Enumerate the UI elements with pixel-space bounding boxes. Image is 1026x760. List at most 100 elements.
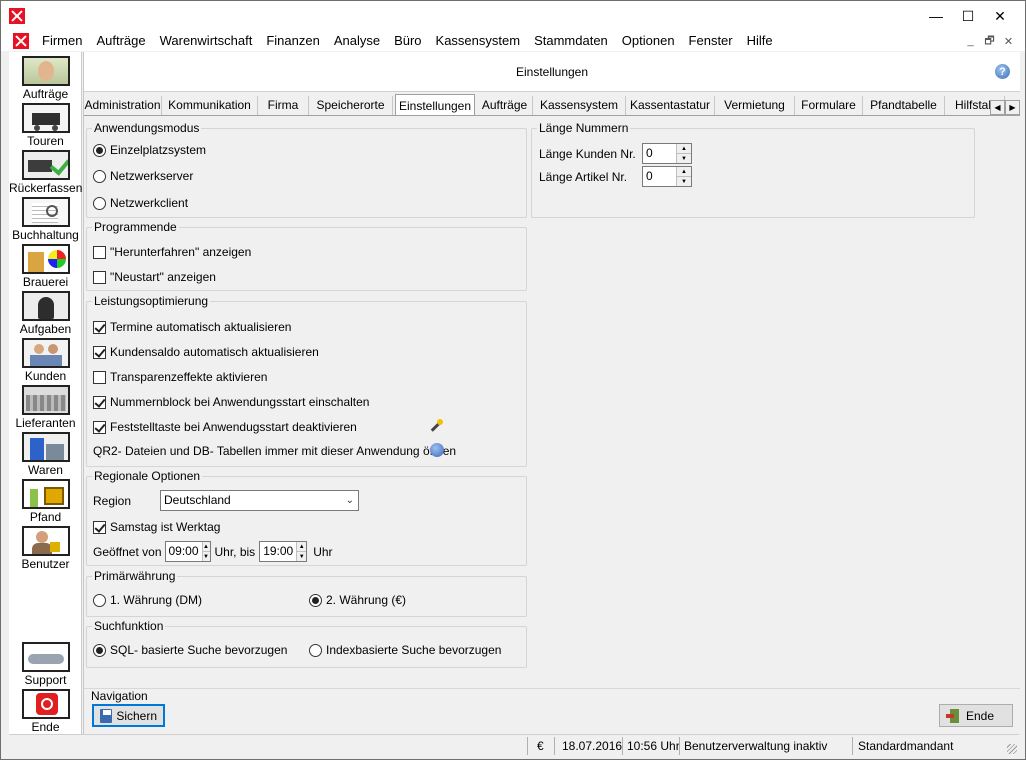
stepper-up-icon[interactable]: ▲ (297, 542, 307, 552)
mdi-close-button[interactable]: ✕ (1000, 33, 1017, 49)
app-menu-icon[interactable] (13, 33, 29, 49)
radio-indicator[interactable] (93, 143, 106, 157)
checkbox-indicator[interactable] (93, 345, 106, 359)
region-select[interactable]: Deutschland ⌄ (160, 490, 359, 511)
radio-einzelplatzsystem[interactable]: Einzelplatzsystem (93, 143, 206, 157)
radio-waehrung-dm[interactable]: 1. Währung (DM) (93, 593, 202, 607)
tab-scroll-right-icon[interactable]: ▶ (1005, 100, 1020, 115)
radio-indicator[interactable] (93, 643, 106, 657)
laenge-artikel-stepper[interactable]: 0 ▲ ▼ (642, 166, 692, 187)
radio-netzwerkserver[interactable]: Netzwerkserver (93, 169, 193, 183)
mdi-restore-button[interactable]: 🗗 (981, 33, 998, 49)
menu-fenster[interactable]: Fenster (682, 31, 740, 51)
checkbox-neustart[interactable]: "Neustart" anzeigen (93, 270, 216, 284)
radio-sql-suche[interactable]: SQL- basierte Suche bevorzugen (93, 643, 287, 657)
associate-globe-icon[interactable] (430, 443, 444, 457)
menu-optionen[interactable]: Optionen (615, 31, 682, 51)
suppliers-icon (21, 385, 70, 415)
menu-warenwirtschaft[interactable]: Warenwirtschaft (153, 31, 260, 51)
checkbox-feststelltaste[interactable]: Feststelltaste bei Anwendugsstart deakti… (93, 420, 357, 434)
menu-firmen[interactable]: Firmen (35, 31, 89, 51)
radio-waehrung-euro[interactable]: 2. Währung (€) (309, 593, 406, 607)
sidebar-item-touren[interactable]: Touren (9, 103, 82, 148)
sidebar-item-benutzer[interactable]: Benutzer (9, 526, 82, 571)
sidebar-item-ende[interactable]: Ende (9, 689, 82, 734)
tab-vermietung[interactable]: Vermietung (715, 96, 795, 115)
status-date: 18.07.2016 (562, 739, 623, 753)
magic-wand-icon[interactable] (429, 419, 443, 433)
menu-finanzen[interactable]: Finanzen (259, 31, 326, 51)
help-icon[interactable]: ? (995, 64, 1010, 79)
stepper-down-icon[interactable]: ▼ (203, 552, 210, 561)
radio-indicator[interactable] (93, 169, 106, 183)
tab-firma[interactable]: Firma (258, 96, 309, 115)
end-button[interactable]: Ende (939, 704, 1013, 727)
sidebar-item-pfand[interactable]: Pfand (9, 479, 82, 524)
sidebar-item-brauerei[interactable]: Brauerei (9, 244, 82, 289)
exit-door-icon (946, 708, 962, 723)
close-button[interactable]: ✕ (985, 1, 1015, 31)
checkbox-kundensaldo[interactable]: Kundensaldo automatisch aktualisieren (93, 345, 319, 359)
tab-scroll-left-icon[interactable]: ◀ (990, 100, 1005, 115)
checkbox-indicator[interactable] (93, 245, 106, 259)
menu-kassensystem[interactable]: Kassensystem (429, 31, 528, 51)
tab-speicherorte[interactable]: Speicherorte (309, 96, 393, 115)
radio-indicator[interactable] (309, 643, 322, 657)
checkbox-indicator[interactable] (93, 320, 106, 334)
sidebar-item-rueckerfassen[interactable]: Rückerfassen (9, 150, 82, 195)
menu-buero[interactable]: Büro (387, 31, 428, 51)
stepper-down-icon[interactable]: ▼ (677, 154, 691, 163)
tab-kommunikation[interactable]: Kommunikation (162, 96, 258, 115)
mdi-minimize-button[interactable]: _ (962, 33, 979, 49)
sidebar-item-support[interactable]: Support (9, 642, 82, 687)
radio-indicator[interactable] (309, 593, 322, 607)
tab-administration[interactable]: Administration (84, 96, 162, 115)
checkbox-indicator[interactable] (93, 270, 106, 284)
status-time: 10:56 Uhr (627, 739, 680, 753)
tab-kassentastatur[interactable]: Kassentastatur (626, 96, 715, 115)
minimize-button[interactable]: — (921, 1, 951, 31)
menu-hilfe[interactable]: Hilfe (740, 31, 780, 51)
group-suchfunktion: Suchfunktion SQL- basierte Suche bevorzu… (86, 619, 527, 668)
stepper-up-icon[interactable]: ▲ (677, 144, 691, 154)
maximize-button[interactable]: ☐ (953, 1, 983, 31)
radio-index-suche[interactable]: Indexbasierte Suche bevorzugen (309, 643, 501, 657)
laenge-kunden-stepper[interactable]: 0 ▲ ▼ (642, 143, 692, 164)
open-to-stepper[interactable]: 19:00 ▲ ▼ (259, 541, 308, 562)
sidebar-item-kunden[interactable]: Kunden (9, 338, 82, 383)
menu-auftraege[interactable]: Aufträge (89, 31, 152, 51)
radio-indicator[interactable] (93, 593, 106, 607)
menu-analyse[interactable]: Analyse (327, 31, 387, 51)
checkbox-termine[interactable]: Termine automatisch aktualisieren (93, 320, 291, 334)
sidebar-item-aufgaben[interactable]: Aufgaben (9, 291, 82, 336)
checkbox-herunterfahren[interactable]: "Herunterfahren" anzeigen (93, 245, 251, 259)
checkbox-transparenz[interactable]: Transparenzeffekte aktivieren (93, 370, 267, 384)
radio-netzwerkclient[interactable]: Netzwerkclient (93, 196, 188, 210)
sidebar-item-auftraege[interactable]: Aufträge (9, 56, 82, 101)
save-button[interactable]: Sichern (92, 704, 165, 727)
stepper-up-icon[interactable]: ▲ (677, 167, 691, 177)
open-from-stepper[interactable]: 09:00 ▲ ▼ (164, 541, 211, 562)
tab-auftraege[interactable]: Aufträge (477, 96, 533, 115)
checkbox-indicator[interactable] (93, 520, 106, 534)
tab-pfandtabelle[interactable]: Pfandtabelle (863, 96, 945, 115)
checkbox-indicator[interactable] (93, 395, 106, 409)
group-regionale-optionen: Regionale Optionen Region Deutschland ⌄ … (86, 469, 527, 566)
checkbox-indicator[interactable] (93, 370, 106, 384)
checkbox-nummernblock[interactable]: Nummernblock bei Anwendungsstart einscha… (93, 395, 369, 409)
tab-einstellungen[interactable]: Einstellungen (395, 94, 475, 115)
tab-formulare[interactable]: Formulare (795, 96, 863, 115)
sidebar-item-buchhaltung[interactable]: Buchhaltung (9, 197, 82, 242)
sidebar-item-lieferanten[interactable]: Lieferanten (9, 385, 82, 430)
checkbox-samstag[interactable]: Samstag ist Werktag (93, 520, 220, 534)
checkbox-indicator[interactable] (93, 420, 106, 434)
tab-kassensystem[interactable]: Kassensystem (533, 96, 626, 115)
menu-bar: Firmen Aufträge Warenwirtschaft Finanzen… (1, 31, 1025, 51)
resize-grip-icon[interactable] (1007, 744, 1017, 754)
sidebar-item-waren[interactable]: Waren (9, 432, 82, 477)
stepper-up-icon[interactable]: ▲ (202, 542, 210, 552)
menu-stammdaten[interactable]: Stammdaten (527, 31, 615, 51)
radio-indicator[interactable] (93, 196, 106, 210)
stepper-down-icon[interactable]: ▼ (297, 552, 306, 561)
stepper-down-icon[interactable]: ▼ (677, 177, 691, 186)
